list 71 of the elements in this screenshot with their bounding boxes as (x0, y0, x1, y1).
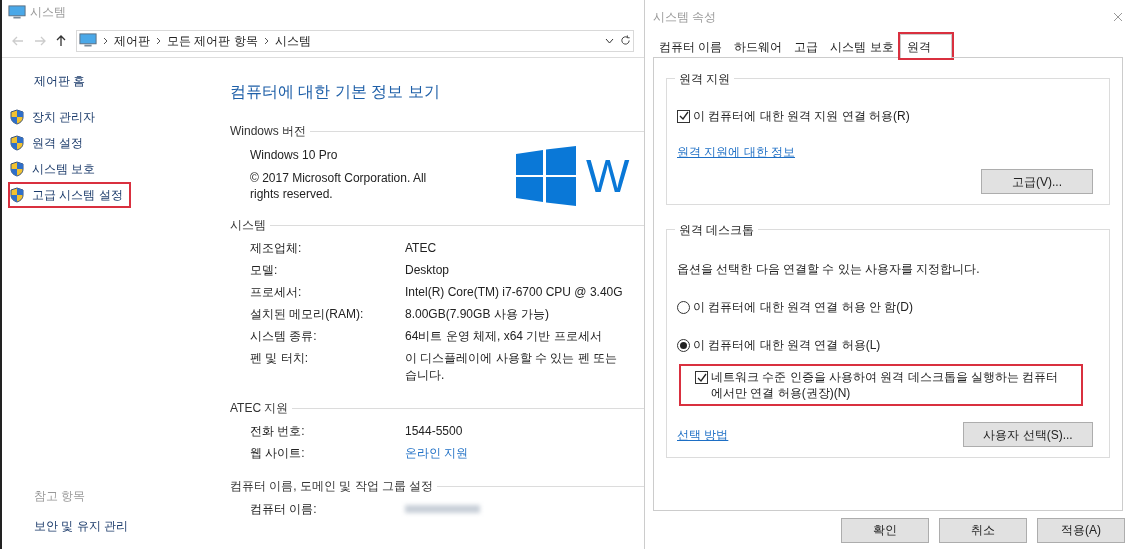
property-value: 1544-5500 (405, 423, 463, 440)
sidebar-link[interactable]: 장치 관리자 (10, 106, 102, 128)
property-label: 모델: (250, 262, 279, 279)
chevron-icon (103, 36, 108, 45)
help-link[interactable]: 선택 방법 (677, 425, 729, 444)
property-value: 이 디스플레이에 사용할 수 있는 펜 또는 습니다. (405, 350, 617, 384)
copyright-text: © 2017 Microsoft Corporation. All rights reserved. (250, 170, 428, 202)
sidebar-link[interactable]: 시스템 보호 (10, 158, 102, 180)
address-bar[interactable]: 제어판 모든 제어판 항목 시스템 (76, 29, 634, 52)
monitor-icon (8, 4, 26, 20)
section-title: 컴퓨터 이름, 도메인 및 작업 그룹 설정 (230, 478, 434, 495)
checkbox-label: 네트워크 수준 인증을 사용하여 원격 데스크톱을 실행하는 컴퓨터 에서만 연결 허용(권장)(N) (711, 369, 1059, 401)
refresh-icon[interactable] (620, 35, 631, 46)
property-value: ATEC (405, 240, 437, 257)
dialog-button[interactable]: 사용자 선택(S)... (963, 422, 1093, 447)
property-label: 제조업체: (250, 240, 303, 257)
sidebar-link[interactable]: 원격 설정 (10, 132, 90, 154)
checkbox-label: 이 컴퓨터에 대한 원격 지원 연결 허용(R) (693, 108, 910, 125)
property-label: 전화 번호: (250, 423, 306, 440)
monitor-icon (79, 33, 97, 48)
dialog-button[interactable]: 확인 (841, 517, 929, 543)
chevron-icon (263, 36, 269, 45)
shield-icon (10, 187, 24, 203)
section-title: Windows 버전 (230, 123, 306, 140)
sidebar-home-link[interactable]: 제어판 홈 (10, 72, 222, 90)
radio-label: 이 컴퓨터에 대한 원격 연결 허용(L) (693, 337, 881, 354)
website-link[interactable]: 온라인 지원 (405, 445, 469, 462)
tab[interactable]: 고급 (788, 37, 825, 58)
tab[interactable]: 하드웨어 (728, 37, 789, 58)
property-label: 시스템 종류: (250, 328, 318, 345)
checkbox[interactable] (677, 109, 690, 123)
dialog-button[interactable]: 고급(V)... (981, 169, 1093, 194)
remote-assistance-info-link[interactable]: 원격 지원에 대한 정보 (677, 143, 795, 161)
property-label: 컴퓨터 이름: (250, 501, 318, 518)
radio-button[interactable] (677, 338, 690, 352)
breadcrumb-item[interactable]: 제어판 (114, 31, 150, 50)
property-label: 웹 사이트: (250, 445, 306, 462)
see-also-link[interactable]: 보안 및 유지 관리 (10, 517, 222, 535)
checkbox[interactable] (695, 371, 708, 384)
tab[interactable]: 컴퓨터 이름 (653, 37, 729, 58)
shield-icon (10, 161, 24, 177)
dropdown-icon[interactable] (605, 37, 614, 44)
section-title: ATEC 지원 (230, 400, 289, 417)
shield-icon (10, 135, 24, 151)
dialog-button[interactable]: 적용(A) (1037, 517, 1125, 543)
tab[interactable]: 원격 (899, 34, 952, 58)
sidebar-link[interactable]: 고급 시스템 설정 (10, 184, 129, 206)
chevron-icon (156, 36, 161, 45)
breadcrumb-item[interactable]: 시스템 (274, 31, 311, 50)
radio-button[interactable] (677, 300, 690, 314)
window-title: 시스템 (30, 4, 66, 21)
property-label: 설치된 메모리(RAM): (250, 306, 365, 323)
property-value: Desktop (405, 262, 450, 279)
property-value: 8.00GB(7.90GB 사용 가능) (405, 306, 550, 323)
radio-label: 이 컴퓨터에 대한 원격 연결 허용 안 함(D) (693, 299, 913, 316)
breadcrumb-item[interactable]: 모든 제어판 항목 (167, 31, 258, 50)
see-also-title: 참고 항목 (33, 488, 87, 505)
description-text: 옵션을 선택한 다음 연결할 수 있는 사용자를 지정합니다. (677, 261, 981, 278)
property-label: 프로세서: (250, 284, 303, 301)
edition-text: Windows 10 Pro (250, 147, 339, 164)
property-value: 64비트 운영 체제, x64 기반 프로세서 (405, 328, 602, 345)
property-value: Intel(R) Core(TM) i7-6700 CPU @ 3.40G (405, 284, 623, 301)
dialog-button[interactable]: 취소 (939, 517, 1027, 543)
close-icon[interactable] (1113, 12, 1123, 22)
dialog-title: 시스템 속성 (653, 9, 717, 26)
shield-icon (10, 109, 24, 125)
up-arrow-icon[interactable] (56, 34, 66, 47)
section-title: 시스템 (230, 217, 266, 234)
page-heading: 컴퓨터에 대한 기본 정보 보기 (230, 82, 441, 102)
windows-logo: W (516, 146, 630, 206)
property-label: 펜 및 터치: (250, 350, 309, 367)
